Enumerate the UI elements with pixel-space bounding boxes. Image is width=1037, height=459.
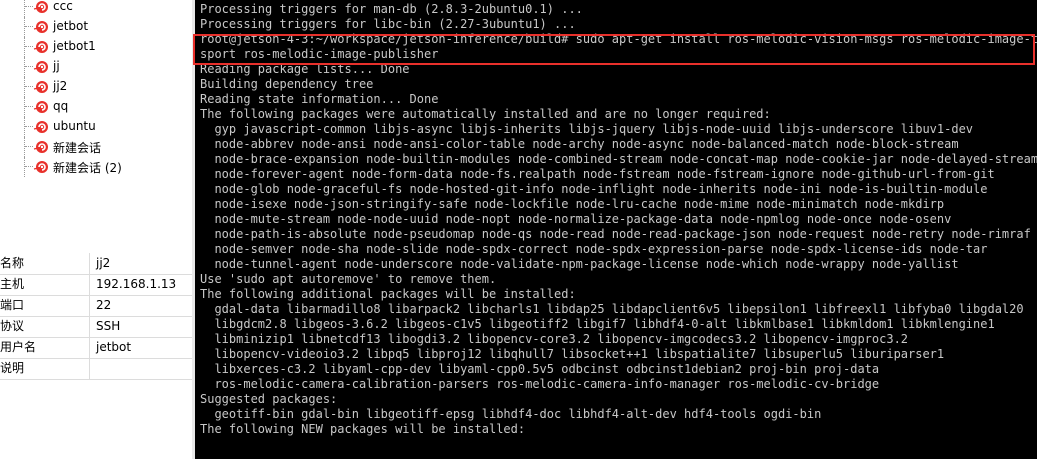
- ssh-session-icon: [33, 0, 49, 15]
- session-label: jj2: [53, 79, 68, 93]
- property-row: 说明: [0, 358, 192, 380]
- terminal-output[interactable]: Processing triggers for man-db (2.8.3-2u…: [195, 0, 1037, 459]
- terminal-line: Suggested packages:: [200, 392, 338, 406]
- session-item[interactable]: jj2: [0, 77, 192, 97]
- terminal-line: libopencv-videoio3.2 libpq5 libproj12 li…: [200, 347, 945, 361]
- terminal-line: ros-melodic-camera-calibration-parsers r…: [200, 377, 880, 391]
- property-value: jj2: [96, 256, 111, 270]
- session-item[interactable]: jj: [0, 57, 192, 77]
- session-manager-panel: ccc jetbot jetbot1 jj jj2 qq ubuntu 新建会话…: [0, 0, 192, 459]
- terminal-line: Use 'sudo apt autoremove' to remove them…: [200, 272, 497, 286]
- session-item[interactable]: ccc: [0, 0, 192, 17]
- terminal-line: node-tunnel-agent node-underscore node-v…: [200, 257, 959, 271]
- tree-connector: [24, 0, 26, 17]
- property-value: 22: [96, 298, 112, 312]
- property-row: 协议 SSH: [0, 316, 192, 338]
- terminal-line: node-path-is-absolute node-pseudomap nod…: [200, 227, 1031, 241]
- ssh-session-icon: [33, 79, 49, 95]
- highlighted-command-box: [193, 34, 1035, 65]
- ssh-session-icon: [33, 119, 49, 135]
- session-label: jetbot1: [53, 39, 96, 53]
- session-label: ubuntu: [53, 119, 96, 133]
- terminal-line: node-forever-agent node-form-data node-f…: [200, 167, 995, 181]
- session-item[interactable]: 新建会话: [0, 137, 192, 157]
- property-key: 说明: [0, 358, 90, 379]
- terminal-line: libgdcm2.8 libgeos-3.6.2 libgeos-c1v5 li…: [200, 317, 995, 331]
- property-row: 名称 jj2: [0, 253, 192, 275]
- tree-connector: [25, 46, 33, 48]
- session-label: jj: [53, 59, 60, 73]
- terminal-line: Processing triggers for libc-bin (2.27-3…: [200, 17, 576, 31]
- property-key: 主机: [0, 274, 90, 295]
- tree-connector: [25, 6, 33, 8]
- property-key: 名称: [0, 253, 90, 274]
- tree-connector: [25, 106, 33, 108]
- tree-connector: [25, 146, 33, 148]
- property-row: 用户名 jetbot: [0, 337, 192, 359]
- tree-connector: [25, 86, 33, 88]
- terminal-line: node-isexe node-json-stringify-safe node…: [200, 197, 945, 211]
- session-item[interactable]: 新建会话 (2): [0, 157, 192, 177]
- session-label: qq: [53, 99, 69, 113]
- terminal-line: geotiff-bin gdal-bin libgeotiff-epsg lib…: [200, 407, 822, 421]
- terminal-line: Processing triggers for man-db (2.8.3-2u…: [200, 2, 583, 16]
- property-value: jetbot: [96, 340, 132, 354]
- terminal-line: Building dependency tree: [200, 77, 374, 91]
- ssh-session-icon: [33, 39, 49, 55]
- session-label: jetbot: [53, 19, 89, 33]
- property-row: 端口 22: [0, 295, 192, 317]
- tree-connector: [25, 66, 33, 68]
- ssh-session-icon: [33, 19, 49, 35]
- property-key: 端口: [0, 295, 90, 316]
- terminal-line: The following NEW packages will be insta…: [200, 422, 526, 436]
- tree-connector: [25, 166, 33, 168]
- ssh-session-icon: [33, 139, 49, 155]
- ssh-session-icon: [33, 159, 49, 175]
- session-label: 新建会话 (2): [53, 161, 122, 175]
- terminal-line: libxerces-c3.2 libyaml-cpp-dev libyaml-c…: [200, 362, 880, 376]
- session-item[interactable]: qq: [0, 97, 192, 117]
- terminal-line: node-glob node-graceful-fs node-hosted-g…: [200, 182, 988, 196]
- session-tree: ccc jetbot jetbot1 jj jj2 qq ubuntu 新建会话…: [0, 0, 192, 253]
- session-properties-table: 名称 jj2 主机 192.168.1.13 端口 22 协议 SSH 用户名 jetb…: [0, 253, 192, 459]
- property-value: 192.168.1.13: [96, 277, 177, 291]
- tree-connector: [25, 26, 33, 28]
- terminal-line: libminizip1 libnetcdf13 libogdi3.2 libop…: [200, 332, 909, 346]
- session-item[interactable]: jetbot1: [0, 37, 192, 57]
- terminal-line: The following additional packages will b…: [200, 287, 576, 301]
- terminal-line: Reading state information... Done: [200, 92, 439, 106]
- terminal-line: node-abbrev node-ansi node-ansi-color-ta…: [200, 137, 959, 151]
- session-item[interactable]: jetbot: [0, 17, 192, 37]
- terminal-line: node-brace-expansion node-builtin-module…: [200, 152, 1037, 166]
- terminal-line: node-mute-stream node-node-uuid node-nop…: [200, 212, 952, 226]
- property-value: SSH: [96, 319, 121, 333]
- property-key: 用户名: [0, 337, 90, 358]
- terminal-line: node-semver node-sha node-slide node-spd…: [200, 242, 988, 256]
- ssh-session-icon: [33, 59, 49, 75]
- property-key: 协议: [0, 316, 90, 337]
- terminal-line: The following packages were automaticall…: [200, 107, 771, 121]
- terminal-line: gyp javascript-common libjs-async libjs-…: [200, 122, 974, 136]
- ssh-session-icon: [33, 99, 49, 115]
- tree-connector: [25, 126, 33, 128]
- session-item[interactable]: ubuntu: [0, 117, 192, 137]
- session-label: 新建会话: [53, 141, 102, 155]
- terminal-line: gdal-data libarmadillo8 libarpack2 libch…: [200, 302, 1024, 316]
- property-row: 主机 192.168.1.13: [0, 274, 192, 296]
- session-label: ccc: [53, 0, 73, 13]
